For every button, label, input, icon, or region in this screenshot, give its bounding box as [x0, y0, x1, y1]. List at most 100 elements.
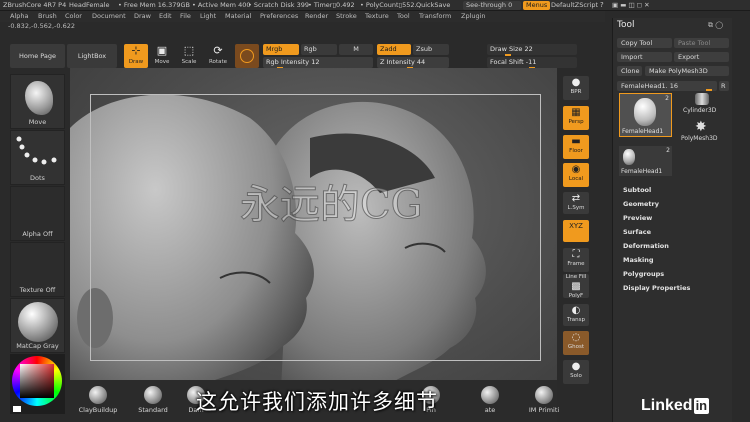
tool-panel-title: Tool: [617, 20, 635, 30]
menu-material[interactable]: Material: [225, 12, 251, 20]
lsym-label: L.Sym: [567, 205, 585, 211]
tool-thumb-polymesh[interactable]: ✸ PolyMesh3D: [677, 120, 729, 144]
menu-transform[interactable]: Transform: [419, 12, 451, 20]
menu-light[interactable]: Light: [200, 12, 216, 20]
m-button[interactable]: M: [339, 44, 373, 55]
scale-button[interactable]: ⬚ Scale: [177, 44, 201, 68]
main-color-swatch[interactable]: [13, 406, 21, 412]
brush-imm-primitives[interactable]: IM Primiti: [524, 386, 564, 414]
alpha-slot[interactable]: Alpha Off: [10, 186, 65, 241]
stroke-slot[interactable]: Dots: [10, 130, 65, 185]
transp-button[interactable]: ◐ Transp: [563, 304, 589, 326]
menu-document[interactable]: Document: [92, 12, 126, 20]
brush-label: ClayBuildup: [78, 406, 118, 414]
solo-button[interactable]: ● Solo: [563, 360, 589, 384]
ghost-label: Ghost: [567, 344, 585, 350]
persp-button[interactable]: ▦ Persp: [563, 106, 589, 130]
ghost-button[interactable]: ◌ Ghost: [563, 331, 589, 355]
panel-controls-icon[interactable]: ⧉ ◯: [708, 21, 723, 30]
paste-tool-button[interactable]: Paste Tool: [674, 38, 729, 48]
bpr-button[interactable]: ● BPR: [563, 76, 589, 100]
mrgb-button[interactable]: Mrgb: [263, 44, 299, 55]
panel-item-surface[interactable]: Surface: [623, 228, 651, 236]
bpr-icon: ●: [571, 77, 581, 88]
rgb-intensity-slider[interactable]: Rgb Intensity 12: [263, 57, 373, 69]
panel-item-display-properties[interactable]: Display Properties: [623, 284, 690, 292]
menu-texture[interactable]: Texture: [365, 12, 389, 20]
brush-inflate[interactable]: ate: [476, 386, 504, 414]
title-bar: ZBrushCore 4R7 P4 HeadFemale • Free Mem …: [0, 0, 750, 11]
lsym-button[interactable]: ⇄ L.Sym: [563, 192, 589, 214]
menu-zplugin[interactable]: Zplugin: [461, 12, 486, 20]
brush-slot[interactable]: Move: [10, 74, 65, 129]
clone-button[interactable]: Clone: [617, 66, 642, 76]
video-subtitle: 这允许我们添加许多细节: [196, 390, 438, 414]
focal-shift-slider[interactable]: Focal Shift -11: [487, 57, 577, 69]
panel-item-subtool[interactable]: Subtool: [623, 186, 651, 194]
color-picker[interactable]: [10, 354, 65, 414]
menu-alpha[interactable]: Alpha: [10, 12, 28, 20]
menu-render[interactable]: Render: [305, 12, 328, 20]
rotate-label: Rotate: [208, 59, 227, 65]
material-slot[interactable]: MatCap Gray: [10, 298, 65, 353]
zadd-button[interactable]: Zadd: [377, 44, 411, 55]
menu-edit[interactable]: Edit: [159, 12, 172, 20]
lightbox-button[interactable]: LightBox: [67, 44, 117, 68]
rgb-button[interactable]: Rgb: [301, 44, 337, 55]
scale-icon: ⬚: [183, 44, 195, 57]
panel-item-preview[interactable]: Preview: [623, 214, 652, 222]
menu-color[interactable]: Color: [65, 12, 82, 20]
timer: • Timer▯0.492: [308, 1, 355, 9]
local-button[interactable]: ◉ Local: [563, 163, 589, 187]
move-icon: ▣: [156, 44, 168, 57]
menu-file[interactable]: File: [180, 12, 191, 20]
current-tool-slider[interactable]: FemaleHead1. 16: [617, 81, 717, 91]
window-controls-icon[interactable]: ▣ ▬ ◫ ◻ ✕: [612, 1, 650, 9]
draw-button[interactable]: ⊹ Draw: [124, 44, 148, 68]
panel-item-geometry[interactable]: Geometry: [623, 200, 659, 208]
help-icon[interactable]: ?: [600, 1, 604, 9]
draw-size-label: Draw Size 22: [490, 45, 533, 53]
panel-item-deformation[interactable]: Deformation: [623, 242, 669, 250]
inflate-icon: [481, 386, 499, 404]
home-page-button[interactable]: Home Page: [10, 44, 65, 68]
zsub-button[interactable]: Zsub: [413, 44, 449, 55]
r-button[interactable]: R: [719, 81, 729, 91]
menu-draw[interactable]: Draw: [134, 12, 151, 20]
menus-button[interactable]: Menus: [523, 1, 551, 10]
see-through-label: See-through 0: [466, 1, 513, 9]
z-intensity-slider[interactable]: Z Intensity 44: [377, 57, 449, 69]
brush-preview[interactable]: [235, 44, 259, 68]
draw-size-slider[interactable]: Draw Size 22: [487, 44, 577, 56]
frame-button[interactable]: ⛶ Frame: [563, 248, 589, 272]
texture-slot[interactable]: Texture Off: [10, 242, 65, 297]
thumb-count: 2: [666, 147, 670, 154]
tool-thumb-femalehead[interactable]: 2 FemaleHead1: [619, 93, 672, 137]
default-zscript[interactable]: DefaultZScript: [551, 1, 598, 9]
floor-button[interactable]: ▬ Floor: [563, 135, 589, 159]
copy-tool-button[interactable]: Copy Tool: [617, 38, 672, 48]
panel-item-masking[interactable]: Masking: [623, 256, 654, 264]
polyf-button[interactable]: Line Fill ▩ PolyF: [563, 274, 589, 299]
brush-standard[interactable]: Standard: [135, 386, 171, 414]
brush-slot-label: Move: [28, 118, 47, 126]
menu-preferences[interactable]: Preferences: [260, 12, 298, 20]
tool-thumb-femalehead-2[interactable]: 2 FemaleHead1: [619, 146, 672, 176]
color-square[interactable]: [20, 364, 54, 398]
rotate-button[interactable]: ⟳ Rotate: [206, 44, 230, 68]
menu-tool[interactable]: Tool: [397, 12, 410, 20]
local-icon: ◉: [571, 164, 581, 175]
quicksave-button[interactable]: QuickSave: [416, 1, 450, 9]
menu-brush[interactable]: Brush: [38, 12, 57, 20]
make-polymesh-button[interactable]: Make PolyMesh3D: [645, 66, 729, 76]
tool-thumb-cylinder[interactable]: Cylinder3D: [677, 93, 729, 117]
xyz-button[interactable]: XYZ: [563, 220, 589, 242]
move-button[interactable]: ▣ Move: [150, 44, 174, 68]
import-button[interactable]: Import: [617, 52, 672, 62]
menu-stroke[interactable]: Stroke: [336, 12, 357, 20]
brush-claybuildup[interactable]: ClayBuildup: [78, 386, 118, 414]
frame-icon: ⛶: [572, 249, 580, 260]
export-button[interactable]: Export: [674, 52, 729, 62]
panel-item-polygroups[interactable]: Polygroups: [623, 270, 664, 278]
see-through-slider[interactable]: See-through 0: [463, 1, 521, 10]
